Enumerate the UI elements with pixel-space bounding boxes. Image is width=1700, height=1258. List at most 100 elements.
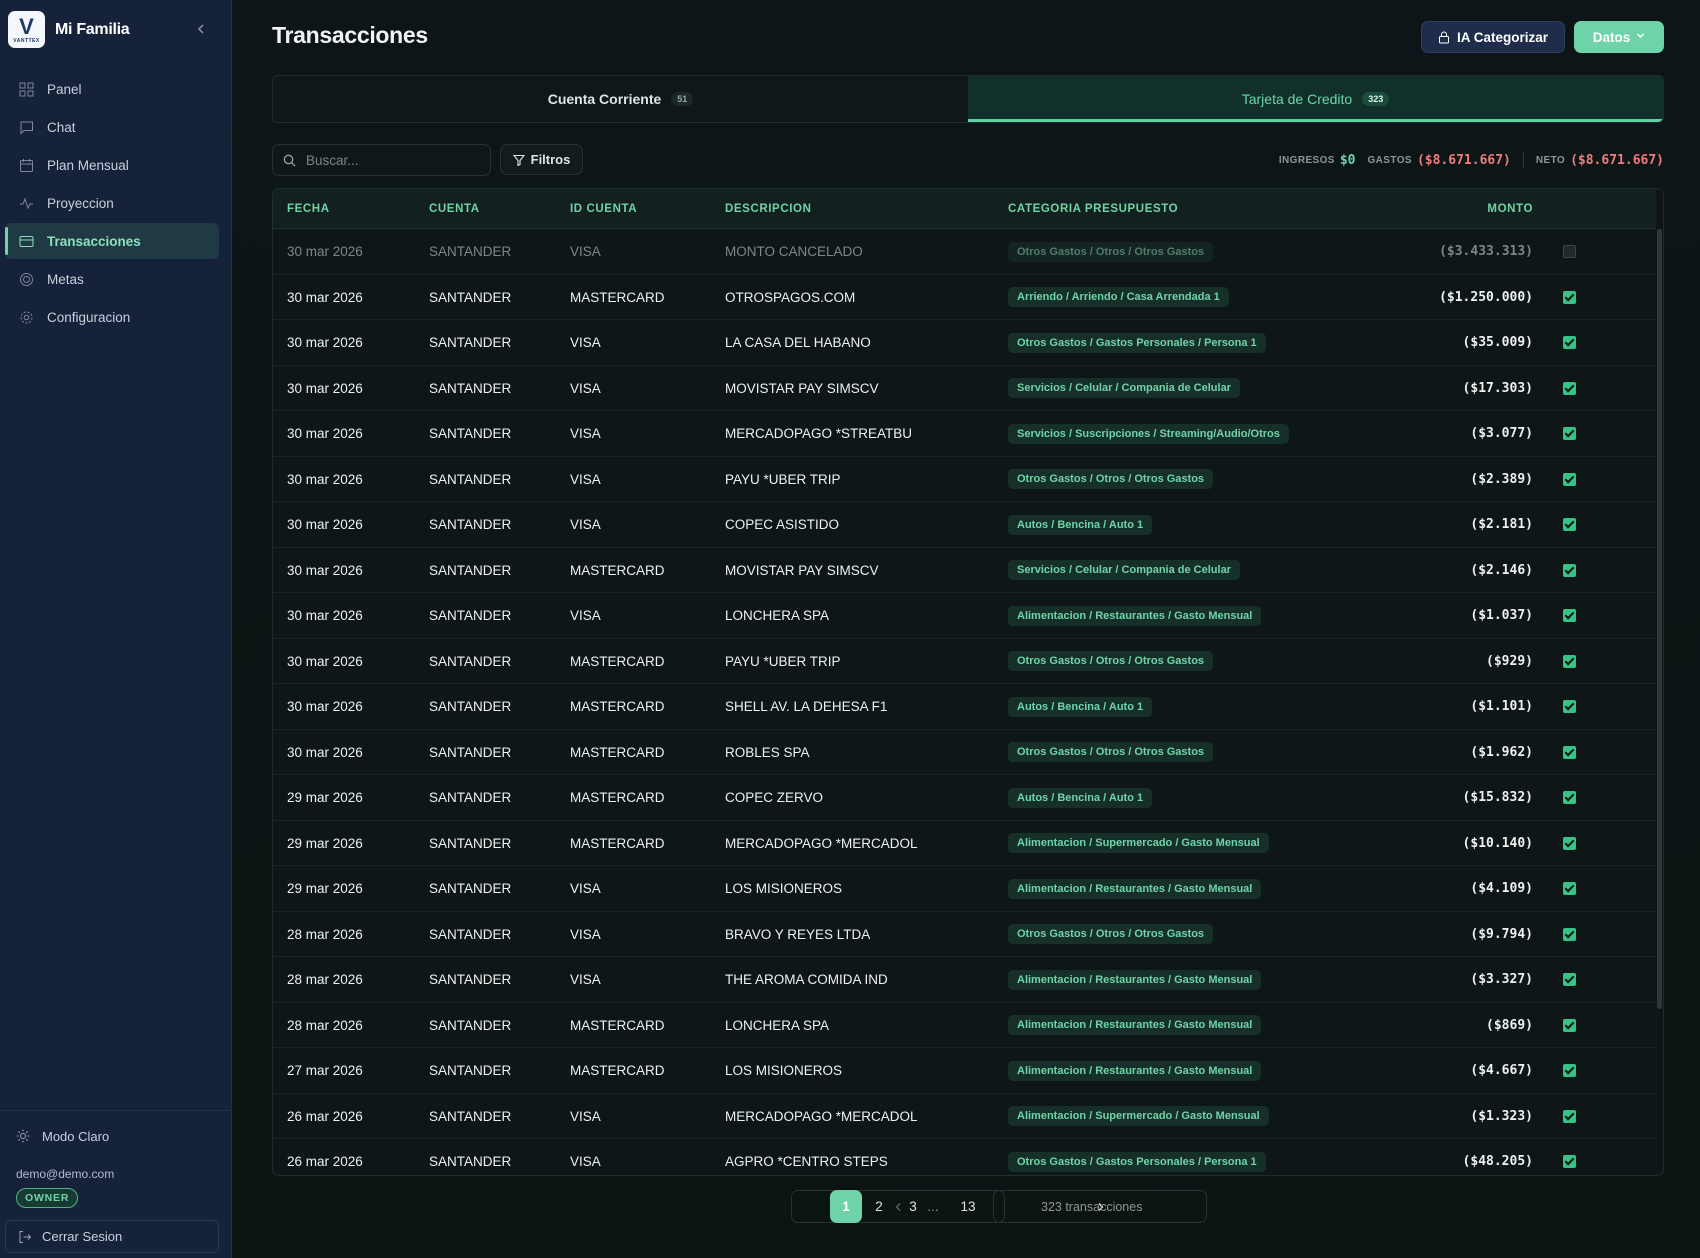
row-checkbox[interactable] <box>1563 609 1576 623</box>
table-row[interactable]: 30 mar 2026 SANTANDER VISA MERCADOPAGO *STR… <box>273 411 1657 457</box>
row-checkbox[interactable] <box>1563 882 1576 896</box>
sidebar-item-plan-mensual[interactable]: Plan Mensual <box>5 147 219 183</box>
column-header-descripcion[interactable]: DESCRIPCION <box>725 189 811 229</box>
table-row[interactable]: 29 mar 2026 SANTANDER VISA LOS MISIONEROS Al… <box>273 866 1657 912</box>
table-row[interactable]: 28 mar 2026 SANTANDER VISA BRAVO Y REYES LT… <box>273 912 1657 958</box>
page-button-1[interactable]: 1 <box>830 1190 862 1223</box>
row-checkbox[interactable] <box>1563 1064 1576 1078</box>
table-row[interactable]: 26 mar 2026 SANTANDER VISA MERCADOPAGO *MER… <box>273 1094 1657 1140</box>
row-checkbox[interactable] <box>1563 700 1576 714</box>
cell-categoria[interactable]: Autos / Bencina / Auto 1 <box>1008 502 1153 548</box>
column-header-categoria[interactable]: CATEGORIA PRESUPUESTO <box>1008 189 1178 229</box>
collapse-sidebar-icon[interactable] <box>190 18 212 40</box>
category-badge[interactable]: Otros Gastos / Otros / Otros Gastos <box>1008 241 1214 262</box>
table-row[interactable]: 30 mar 2026 SANTANDER MASTERCARD ROBLES SPA… <box>273 730 1657 776</box>
cell-categoria[interactable]: Autos / Bencina / Auto 1 <box>1008 684 1153 730</box>
scrollbar-thumb[interactable] <box>1657 229 1662 1009</box>
brand[interactable]: V VANTTEX Mi Familia <box>8 11 218 48</box>
row-checkbox[interactable] <box>1563 427 1576 441</box>
ai-categorize-button[interactable]: IA Categorizar <box>1421 21 1565 53</box>
table-scrollbar[interactable] <box>1656 189 1663 1175</box>
table-row[interactable]: 30 mar 2026 SANTANDER VISA LONCHERA SPA Alim… <box>273 593 1657 639</box>
column-header-id-cuenta[interactable]: ID CUENTA <box>570 189 637 229</box>
cell-categoria[interactable]: Alimentacion / Restaurantes / Gasto Mens… <box>1008 866 1262 912</box>
row-checkbox[interactable] <box>1563 472 1576 486</box>
row-checkbox[interactable] <box>1563 381 1576 395</box>
row-checkbox[interactable] <box>1563 1155 1576 1169</box>
row-checkbox[interactable] <box>1563 563 1576 577</box>
table-row[interactable]: 27 mar 2026 SANTANDER MASTERCARD LOS MISION… <box>273 1048 1657 1094</box>
row-checkbox[interactable] <box>1563 973 1576 987</box>
category-badge[interactable]: Otros Gastos / Gastos Personales / Perso… <box>1008 332 1266 353</box>
tab-tarjeta-de-credito[interactable]: Tarjeta de Credito 323 <box>968 76 1663 122</box>
row-checkbox[interactable] <box>1563 927 1576 941</box>
category-badge[interactable]: Autos / Bencina / Auto 1 <box>1008 696 1153 717</box>
row-checkbox[interactable] <box>1563 518 1576 532</box>
category-badge[interactable]: Alimentacion / Restaurantes / Gasto Mens… <box>1008 1060 1262 1081</box>
row-checkbox[interactable] <box>1563 745 1576 759</box>
table-row[interactable]: 29 mar 2026 SANTANDER MASTERCARD MERCADOPAG… <box>273 821 1657 867</box>
table-row[interactable]: 29 mar 2026 SANTANDER MASTERCARD COPEC ZERV… <box>273 775 1657 821</box>
cell-categoria[interactable]: Otros Gastos / Otros / Otros Gastos <box>1008 457 1214 503</box>
category-badge[interactable]: Alimentacion / Restaurantes / Gasto Mens… <box>1008 969 1262 990</box>
sidebar-item-configuracion[interactable]: Configuracion <box>5 299 219 335</box>
category-badge[interactable]: Otros Gastos / Otros / Otros Gastos <box>1008 924 1214 945</box>
table-row[interactable]: 30 mar 2026 SANTANDER MASTERCARD PAYU *UBER… <box>273 639 1657 685</box>
cell-categoria[interactable]: Autos / Bencina / Auto 1 <box>1008 775 1153 821</box>
page-button-last[interactable]: 13 <box>952 1190 984 1223</box>
category-badge[interactable]: Otros Gastos / Otros / Otros Gastos <box>1008 469 1214 490</box>
column-header-monto[interactable]: MONTO <box>1453 189 1533 229</box>
cell-categoria[interactable]: Alimentacion / Supermercado / Gasto Mens… <box>1008 1094 1269 1140</box>
category-badge[interactable]: Autos / Bencina / Auto 1 <box>1008 514 1153 535</box>
cell-categoria[interactable]: Otros Gastos / Gastos Personales / Perso… <box>1008 1139 1266 1175</box>
category-badge[interactable]: Servicios / Suscripciones / Streaming/Au… <box>1008 423 1289 444</box>
cell-categoria[interactable]: Otros Gastos / Otros / Otros Gastos <box>1008 730 1214 776</box>
table-row[interactable]: 30 mar 2026 SANTANDER VISA MOVISTAR PAY SIM… <box>273 366 1657 412</box>
cell-categoria[interactable]: Alimentacion / Restaurantes / Gasto Mens… <box>1008 1003 1262 1049</box>
row-checkbox[interactable] <box>1563 336 1576 350</box>
category-badge[interactable]: Otros Gastos / Otros / Otros Gastos <box>1008 651 1214 672</box>
category-badge[interactable]: Otros Gastos / Gastos Personales / Perso… <box>1008 1151 1266 1172</box>
row-checkbox[interactable] <box>1563 654 1576 668</box>
sidebar-item-panel[interactable]: Panel <box>5 71 219 107</box>
cell-categoria[interactable]: Alimentacion / Supermercado / Gasto Mens… <box>1008 821 1269 867</box>
page-button-2[interactable]: 2 <box>863 1190 895 1223</box>
category-badge[interactable]: Alimentacion / Restaurantes / Gasto Mens… <box>1008 1015 1262 1036</box>
cell-categoria[interactable]: Otros Gastos / Otros / Otros Gastos <box>1008 229 1214 275</box>
category-badge[interactable]: Alimentacion / Supermercado / Gasto Mens… <box>1008 833 1269 854</box>
table-row[interactable]: 30 mar 2026 SANTANDER MASTERCARD OTROSPAGOS… <box>273 275 1657 320</box>
row-checkbox[interactable] <box>1563 245 1576 259</box>
table-row[interactable]: 28 mar 2026 SANTANDER MASTERCARD LONCHERA S… <box>273 1003 1657 1049</box>
sidebar-item-transacciones[interactable]: Transacciones <box>5 223 219 259</box>
column-header-cuenta[interactable]: CUENTA <box>429 189 480 229</box>
table-row[interactable]: 30 mar 2026 SANTANDER MASTERCARD SHELL AV. … <box>273 684 1657 730</box>
cell-categoria[interactable]: Otros Gastos / Gastos Personales / Perso… <box>1008 320 1266 366</box>
cell-categoria[interactable]: Servicios / Celular / Compania de Celula… <box>1008 366 1240 412</box>
table-row[interactable]: 30 mar 2026 SANTANDER VISA PAYU *UBER TRIP O… <box>273 457 1657 503</box>
table-row[interactable]: 28 mar 2026 SANTANDER VISA THE AROMA COMIDA… <box>273 957 1657 1003</box>
theme-toggle[interactable]: Modo Claro <box>16 1128 109 1144</box>
tab-cuenta-corriente[interactable]: Cuenta Corriente 51 <box>273 76 968 122</box>
cell-categoria[interactable]: Servicios / Suscripciones / Streaming/Au… <box>1008 411 1289 457</box>
row-checkbox[interactable] <box>1563 1109 1576 1123</box>
filters-button[interactable]: Filtros <box>500 144 583 175</box>
row-checkbox[interactable] <box>1563 836 1576 850</box>
category-badge[interactable]: Servicios / Celular / Compania de Celula… <box>1008 378 1240 399</box>
category-badge[interactable]: Alimentacion / Supermercado / Gasto Mens… <box>1008 1106 1269 1127</box>
cell-categoria[interactable]: Otros Gastos / Otros / Otros Gastos <box>1008 639 1214 685</box>
table-row[interactable]: 30 mar 2026 SANTANDER VISA LA CASA DEL HABA… <box>273 320 1657 366</box>
table-row[interactable]: 30 mar 2026 SANTANDER MASTERCARD MOVISTAR P… <box>273 548 1657 594</box>
row-checkbox[interactable] <box>1563 290 1576 304</box>
row-checkbox[interactable] <box>1563 791 1576 805</box>
category-badge[interactable]: Servicios / Celular / Compania de Celula… <box>1008 560 1240 581</box>
category-badge[interactable]: Alimentacion / Restaurantes / Gasto Mens… <box>1008 605 1262 626</box>
sidebar-item-chat[interactable]: Chat <box>5 109 219 145</box>
cell-categoria[interactable]: Otros Gastos / Otros / Otros Gastos <box>1008 912 1214 958</box>
datos-dropdown-button[interactable]: Datos <box>1574 21 1664 53</box>
row-checkbox[interactable] <box>1563 1018 1576 1032</box>
sidebar-item-metas[interactable]: Metas <box>5 261 219 297</box>
sidebar-item-proyeccion[interactable]: Proyeccion <box>5 185 219 221</box>
column-header-fecha[interactable]: FECHA <box>287 189 330 229</box>
table-row[interactable]: 30 mar 2026 SANTANDER VISA MONTO CANCELADO O… <box>273 229 1657 275</box>
cell-categoria[interactable]: Servicios / Celular / Compania de Celula… <box>1008 548 1240 594</box>
